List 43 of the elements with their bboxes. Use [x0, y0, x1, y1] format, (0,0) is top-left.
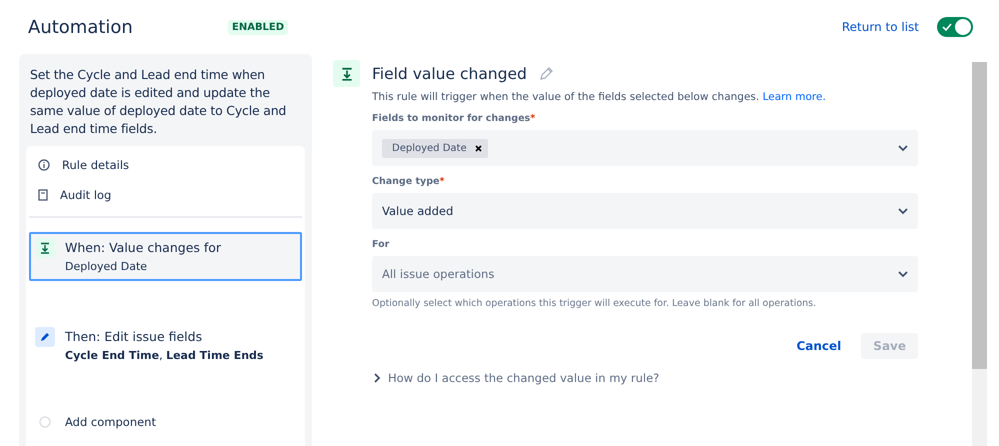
select-field[interactable]: All issue operations: [372, 256, 918, 292]
chevron-down-icon: [898, 143, 908, 153]
scrollbar[interactable]: [972, 62, 987, 446]
selected-tag: Deployed Date: [382, 138, 488, 158]
field-label: Fields to monitor for changes*: [372, 113, 536, 124]
document-icon: [38, 189, 48, 201]
download-arrow-icon: [39, 242, 51, 254]
chevron-icon: [372, 373, 382, 383]
check-icon: [942, 22, 952, 32]
rule-description: Set the Cycle and Lead end time when deployed date is edited and update the same value of deployed date to Cycle and Lead end time fields.: [30, 66, 288, 138]
rule-component[interactable]: Then: Edit issue fields Cycle End Time, Lead Time Ends: [29, 321, 302, 370]
chevron-down-icon: [898, 206, 908, 216]
menu-item[interactable]: Rule details: [62, 158, 130, 172]
remove-icon[interactable]: [474, 144, 482, 152]
download-arrow-icon: [340, 66, 354, 80]
field-help: Optionally select which operations this trigger will execute for. Leave blank for all operations.: [372, 298, 818, 309]
enable-toggle[interactable]: [937, 17, 973, 37]
component-detail: Cycle End Time, Lead Time Ends: [65, 349, 264, 362]
select-field[interactable]: Value added: [372, 193, 918, 229]
component-detail: Deployed Date: [65, 260, 148, 273]
component-title: Then: Edit issue fields: [65, 328, 204, 346]
circle-icon: [39, 416, 51, 428]
required-mark: *: [439, 176, 444, 187]
required-mark: *: [530, 113, 536, 124]
editor-title: Field value changed: [372, 64, 527, 82]
editor-description: This rule will trigger when the value of the fields selected below changes. Learn more.: [372, 91, 827, 103]
info-icon: [38, 159, 50, 171]
component-title: Add component: [65, 414, 156, 431]
component-title: When: Value changes for: [65, 239, 222, 257]
rule-component[interactable]: When: Value changes for Deployed Date: [29, 232, 302, 281]
learn-more-link[interactable]: Learn more.: [762, 91, 826, 103]
field-label: For: [372, 239, 390, 250]
cancel-button[interactable]: Cancel: [788, 333, 850, 359]
faq-toggle[interactable]: How do I access the changed value in my rule?: [372, 371, 660, 385]
chevron-down-icon: [898, 269, 908, 279]
field-label: Change type*: [372, 176, 446, 187]
return-link[interactable]: Return to list: [842, 20, 919, 34]
rule-component[interactable]: Add component: [29, 406, 302, 440]
page-title: Automation: [28, 16, 134, 38]
menu-item[interactable]: Audit log: [60, 188, 112, 202]
pencil-icon: [39, 331, 51, 343]
select-field[interactable]: Deployed Date: [372, 130, 918, 166]
status-badge: ENABLED: [228, 20, 288, 34]
